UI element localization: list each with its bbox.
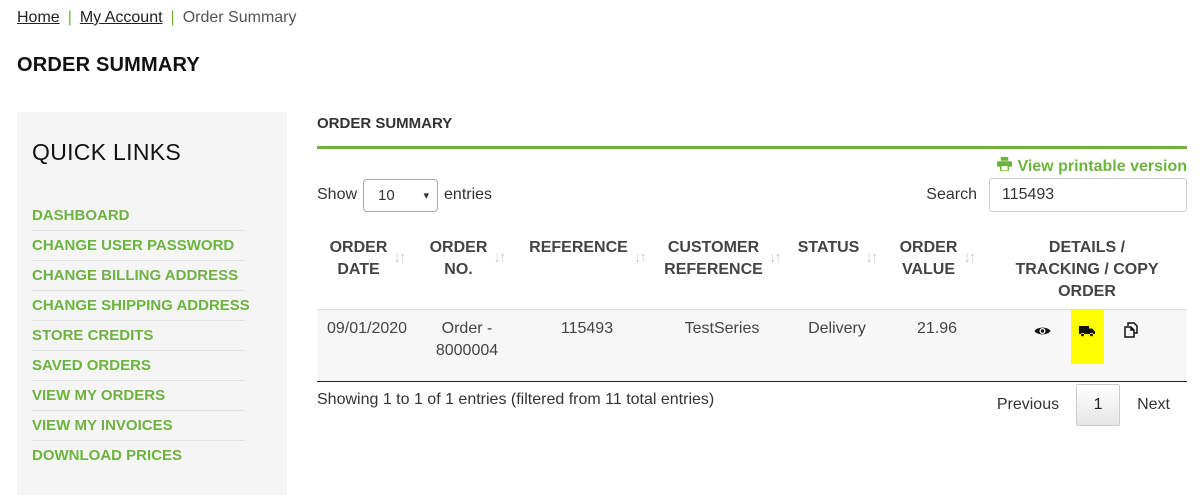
eye-icon: [1034, 322, 1051, 344]
column-order-value[interactable]: ORDER VALUE ↓↑: [887, 237, 987, 310]
column-label: DATE: [337, 261, 380, 278]
search-control: Search: [926, 178, 1187, 212]
column-details-tracking-copy: DETAILS / TRACKING / COPY ORDER: [987, 237, 1187, 310]
sort-icon: ↓↑: [493, 249, 506, 266]
section-divider: [317, 146, 1187, 149]
breadcrumb: Home | My Account | Order Summary: [17, 9, 297, 27]
search-input[interactable]: [989, 178, 1187, 212]
column-label: CUSTOMER: [667, 239, 760, 256]
page-title: ORDER SUMMARY: [17, 54, 200, 76]
orders-table: ORDER DATE ↓↑ ORDER NO. ↓↑ REFERENCE ↓↑ CUSTO…: [317, 237, 1187, 382]
column-label: ORDER: [429, 239, 488, 256]
show-label: Show: [317, 186, 358, 203]
sidebar-item-change-billing: CHANGE BILLING ADDRESS: [32, 261, 245, 291]
printable-version-label: View printable version: [1017, 157, 1187, 175]
sidebar-item-view-invoices: VIEW MY INVOICES: [32, 411, 245, 441]
cell-customer-reference: TestSeries: [684, 320, 760, 337]
column-reference[interactable]: REFERENCE ↓↑: [517, 237, 657, 310]
printer-icon: [997, 157, 1013, 176]
breadcrumb-separator: |: [170, 9, 175, 26]
sidebar-link-change-shipping[interactable]: CHANGE SHIPPING ADDRESS: [32, 297, 250, 314]
cell-status: Delivery: [808, 320, 866, 337]
breadcrumb-current: Order Summary: [182, 9, 297, 26]
sidebar-item-change-password: CHANGE USER PASSWORD: [32, 231, 245, 261]
cell-order-no: Order - 8000004: [417, 310, 517, 382]
entries-label: entries: [444, 186, 493, 203]
column-label: VALUE: [901, 261, 956, 278]
sidebar-item-saved-orders: SAVED ORDERS: [32, 351, 245, 381]
column-label: DETAILS /: [1048, 239, 1126, 256]
table-header-row: ORDER DATE ↓↑ ORDER NO. ↓↑ REFERENCE ↓↑ CUSTO…: [317, 237, 1187, 310]
sort-icon: ↓↑: [393, 249, 406, 266]
sidebar-link-view-invoices[interactable]: VIEW MY INVOICES: [32, 417, 173, 434]
sidebar-link-change-billing[interactable]: CHANGE BILLING ADDRESS: [32, 267, 238, 284]
column-label: ORDER: [899, 239, 958, 256]
cell-order-value: 21.96: [916, 320, 958, 337]
sidebar-link-dashboard[interactable]: DASHBOARD: [32, 207, 130, 224]
sort-icon: ↓↑: [768, 249, 782, 266]
column-label: REFERENCE: [664, 261, 763, 278]
column-label: ORDER: [1058, 283, 1116, 300]
search-label: Search: [926, 186, 977, 203]
tracking-button[interactable]: [1070, 310, 1104, 364]
sidebar-link-saved-orders[interactable]: SAVED ORDERS: [32, 357, 151, 374]
sort-icon: ↓↑: [963, 249, 976, 266]
entries-select[interactable]: 10 ▾: [363, 178, 439, 212]
sidebar-link-download-prices[interactable]: DOWNLOAD PRICES: [32, 447, 182, 464]
copy-order-button[interactable]: [1116, 318, 1149, 372]
column-label: STATUS: [797, 239, 860, 256]
section-title: ORDER SUMMARY: [317, 115, 453, 132]
sort-icon: ↓↑: [865, 249, 878, 266]
details-button[interactable]: [1026, 318, 1059, 372]
sidebar-item-store-credits: STORE CREDITS: [32, 321, 245, 351]
entries-length-control: Show 10 ▾ entries: [317, 178, 493, 212]
table-info: Showing 1 to 1 of 1 entries (filtered fr…: [317, 391, 715, 408]
sidebar-item-dashboard: DASHBOARD: [32, 201, 245, 231]
sidebar-item-view-orders: VIEW MY ORDERS: [32, 381, 245, 411]
column-label: ORDER: [329, 239, 388, 256]
printable-version-link[interactable]: View printable version: [997, 157, 1187, 176]
chevron-down-icon: ▾: [423, 189, 430, 202]
row-actions: [991, 310, 1183, 372]
column-label: REFERENCE: [529, 239, 628, 256]
table-row: 09/01/2020 Order - 8000004 115493 TestSer…: [317, 309, 1187, 382]
breadcrumb-home[interactable]: Home: [17, 9, 60, 27]
pagination: Previous 1 Next: [980, 384, 1187, 426]
sidebar-item-download-prices: DOWNLOAD PRICES: [32, 441, 245, 471]
previous-page-button[interactable]: Previous: [980, 385, 1076, 425]
copy-icon: [1124, 322, 1140, 345]
column-order-date[interactable]: ORDER DATE ↓↑: [317, 237, 417, 310]
quick-links-list: DASHBOARD CHANGE USER PASSWORD CHANGE BI…: [32, 201, 272, 471]
cell-order-date: 09/01/2020: [326, 320, 408, 337]
truck-icon: [1079, 322, 1095, 344]
cell-reference: 115493: [560, 320, 614, 337]
sidebar-link-change-password[interactable]: CHANGE USER PASSWORD: [32, 237, 234, 254]
sidebar-title: QUICK LINKS: [32, 139, 182, 165]
column-order-no[interactable]: ORDER NO. ↓↑: [417, 237, 517, 310]
order-summary-panel: ORDER SUMMARY View printable version Sho…: [317, 112, 1187, 426]
column-status[interactable]: STATUS ↓↑: [787, 237, 887, 310]
column-label: TRACKING / COPY: [1015, 261, 1159, 278]
cell-actions: [987, 310, 1187, 382]
breadcrumb-my-account[interactable]: My Account: [80, 9, 163, 27]
sidebar-link-view-orders[interactable]: VIEW MY ORDERS: [32, 387, 165, 404]
quick-links-sidebar: QUICK LINKS DASHBOARD CHANGE USER PASSWO…: [17, 112, 287, 495]
table-controls: Show 10 ▾ entries Search: [317, 178, 1187, 212]
sidebar-item-change-shipping: CHANGE SHIPPING ADDRESS: [32, 291, 250, 321]
page-1-button[interactable]: 1: [1076, 384, 1121, 426]
entries-select-value: 10: [378, 186, 395, 204]
order-no-line: Order -: [441, 320, 493, 337]
column-customer-reference[interactable]: CUSTOMER REFERENCE ↓↑: [657, 237, 787, 310]
column-label: NO.: [444, 261, 473, 278]
breadcrumb-separator: |: [67, 9, 72, 26]
next-page-button[interactable]: Next: [1120, 385, 1187, 425]
order-no-line: 8000004: [435, 342, 499, 359]
sort-icon: ↓↑: [633, 249, 647, 266]
sidebar-link-store-credits[interactable]: STORE CREDITS: [32, 327, 153, 344]
